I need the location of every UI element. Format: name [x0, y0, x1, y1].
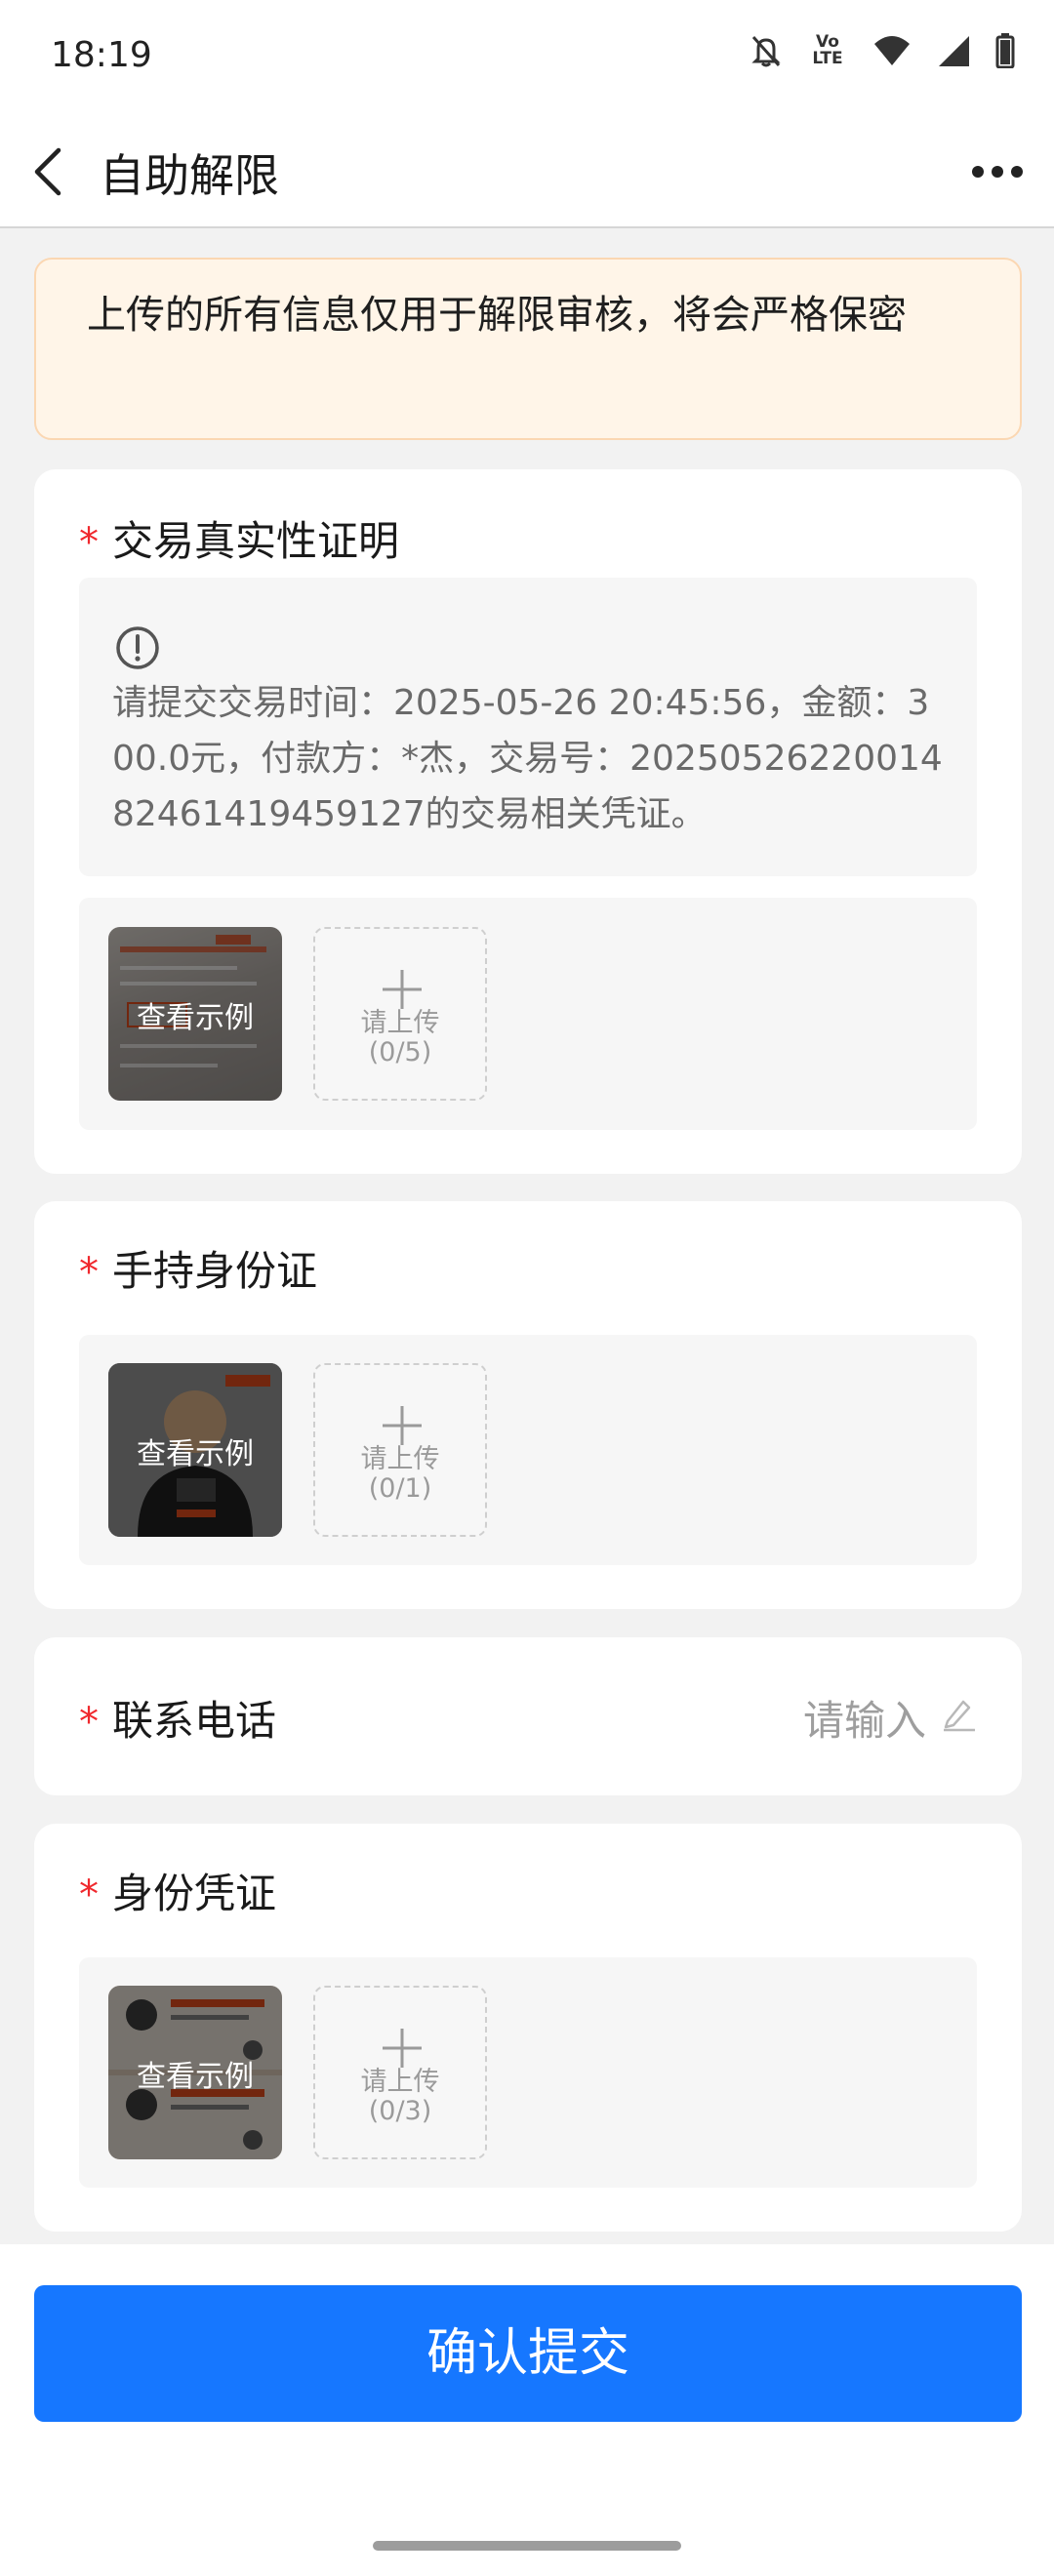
- chevron-left-icon[interactable]: [29, 142, 68, 201]
- section-title-text: 联系电话: [112, 1697, 277, 1745]
- privacy-notice: 上传的所有信息仅用于解限审核，将会严格保密: [34, 258, 1022, 440]
- plus-icon: [383, 2029, 422, 2068]
- page-title: 自助解限: [100, 149, 279, 202]
- upload-count: (0/3): [368, 2096, 432, 2126]
- status-icons: Vo LTE: [750, 33, 1015, 68]
- more-dot: [992, 166, 1003, 178]
- volte-icon: Vo LTE: [812, 32, 843, 68]
- handheld-id-card: * 手持身份证 查看示例 请上传 (0/1): [34, 1201, 1022, 1609]
- edit-icon[interactable]: [940, 1694, 979, 1733]
- nav-bar: 自助解限: [0, 115, 1054, 228]
- required-mark: *: [79, 520, 99, 565]
- section-title-text: 交易真实性证明: [112, 517, 400, 565]
- battery-icon: [995, 33, 1015, 68]
- upload-label: 请上传 (0/3): [315, 2068, 485, 2126]
- more-horizontal-icon[interactable]: [972, 150, 1023, 193]
- bell-off-icon: [751, 35, 781, 67]
- required-mark: *: [79, 1700, 99, 1745]
- section-title-text: 手持身份证: [112, 1247, 318, 1295]
- required-mark: *: [79, 1872, 99, 1917]
- hint-text: 请提交交易时间：2025-05-26 20:45:56，金额：300.0元，付款…: [112, 683, 943, 834]
- view-example-label: 查看示例: [137, 1437, 254, 1471]
- submit-button[interactable]: 确认提交: [34, 2285, 1022, 2422]
- more-dot: [972, 166, 984, 178]
- phone-card: * 联系电话 请输入: [34, 1637, 1022, 1795]
- more-dot: [1011, 166, 1023, 178]
- plus-icon: [383, 970, 422, 1009]
- upload-label-text: 请上传: [360, 1444, 440, 1474]
- transaction-proof-card: * 交易真实性证明 请提交交易时间：2025-05-26 20:45:56，金额：…: [34, 469, 1022, 1174]
- section-title: * 交易真实性证明: [79, 508, 399, 568]
- required-mark: *: [79, 1250, 99, 1295]
- section-title: * 身份凭证: [79, 1861, 276, 1920]
- phone-input[interactable]: 请输入: [803, 1688, 926, 1748]
- upload-label-text: 请上传: [360, 1008, 440, 1038]
- wifi-icon: [874, 36, 910, 65]
- section-title: * 手持身份证: [79, 1238, 317, 1298]
- example-thumbnail[interactable]: 查看示例: [108, 1986, 282, 2159]
- section-title: * 联系电话: [79, 1688, 276, 1748]
- view-example-label: 查看示例: [137, 1001, 254, 1035]
- upload-button[interactable]: 请上传 (0/1): [313, 1363, 487, 1537]
- hint-panel: 请提交交易时间：2025-05-26 20:45:56，金额：300.0元，付款…: [79, 578, 977, 876]
- upload-panel: 查看示例 请上传 (0/3): [79, 1957, 977, 2188]
- example-thumbnail[interactable]: 查看示例: [108, 927, 282, 1101]
- status-time: 18:19: [51, 35, 152, 75]
- upload-label: 请上传 (0/5): [315, 1009, 485, 1067]
- example-thumbnail[interactable]: 查看示例: [108, 1363, 282, 1537]
- upload-count: (0/1): [368, 1473, 432, 1504]
- upload-button[interactable]: 请上传 (0/3): [313, 1986, 487, 2159]
- status-bar: 18:19 Vo LTE: [0, 0, 1054, 115]
- id-proof-card: * 身份凭证 查看示例 请上传 (0/3): [34, 1824, 1022, 2232]
- home-indicator[interactable]: [373, 2541, 681, 2551]
- view-example-label: 查看示例: [137, 2060, 254, 2094]
- upload-label: 请上传 (0/1): [315, 1445, 485, 1504]
- upload-panel: 查看示例 请上传 (0/1): [79, 1335, 977, 1565]
- plus-icon: [383, 1406, 422, 1445]
- section-title-text: 身份凭证: [112, 1870, 277, 1917]
- upload-button[interactable]: 请上传 (0/5): [313, 927, 487, 1101]
- upload-panel: 查看示例 请上传 (0/5): [79, 898, 977, 1130]
- upload-count: (0/5): [368, 1037, 432, 1067]
- info-circle-icon: [116, 626, 159, 669]
- upload-label-text: 请上传: [360, 2067, 440, 2097]
- signal-icon: [939, 36, 969, 66]
